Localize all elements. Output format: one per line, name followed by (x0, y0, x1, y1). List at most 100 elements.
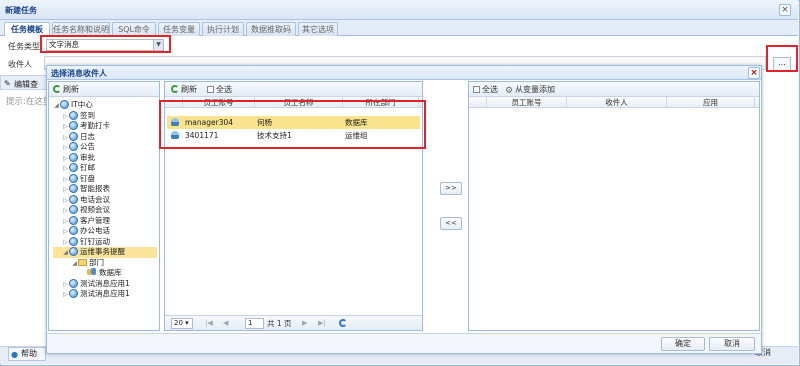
tree-node[interactable]: 数据库 (53, 268, 157, 279)
tree-node-label: 运维事务提醒 (80, 247, 125, 256)
collapse-icon[interactable]: ◢ (53, 101, 60, 112)
app-icon (69, 194, 78, 204)
highlight-task-type (40, 35, 171, 53)
app-icon (69, 173, 78, 183)
collapse-icon[interactable]: ◢ (62, 248, 69, 259)
select-all-icon (473, 86, 480, 93)
org-tree-panel: 刷新 ◢ IT中心 ▷ 签到 ▷ 考勤打卡 ▷ 日志 ▷ 公告 ▷ 审批 ▷ 钉邮 ▷ 钉盘 ▷ 智能报表 ▷ 电话会… (48, 81, 160, 331)
team-icon (87, 268, 97, 276)
employee-refresh-button[interactable]: 刷新 (171, 82, 197, 97)
tree-node[interactable]: ▷ 视频会议 (53, 205, 157, 216)
add-from-variable-label: 从变量添加 (515, 85, 555, 94)
add-from-variable-button[interactable]: ⚙ 从变量添加 (505, 82, 555, 97)
app-icon (69, 226, 78, 235)
hint-text: 提示:在这里 (6, 97, 52, 107)
tree-node[interactable]: ▷ 测试消息应用1 (53, 289, 157, 300)
tree-node[interactable]: ▷ 测试消息应用1 (53, 278, 157, 290)
pager-refresh-icon[interactable] (339, 319, 347, 327)
tree-node[interactable]: ◢ 运维事务提醒 (53, 247, 157, 258)
tree-node-label: 测试消息应用1 (80, 289, 130, 298)
tree-node[interactable]: ◢ IT中心 (53, 100, 157, 111)
tree-node[interactable]: ▷ 日志 (53, 131, 157, 143)
help-icon: ● (11, 350, 18, 359)
dialog-titlebar: 选择消息收件人 (47, 66, 761, 80)
close-icon[interactable]: × (779, 4, 791, 16)
dialog-cancel-button[interactable]: 取消 (709, 337, 755, 351)
dialog-footer (47, 333, 761, 353)
col-recipient[interactable]: 收件人 (567, 97, 667, 108)
pager: 20 ▾ |◀ ◀ 1 共 1 页 ▶ ▶| (165, 315, 422, 330)
app-icon (69, 152, 78, 162)
page-number-input[interactable]: 1 (245, 318, 264, 329)
org-icon (60, 100, 69, 109)
tree-node[interactable]: ▷ 审批 (53, 152, 157, 164)
tab-data-fetch-code[interactable]: 数据推取码 (246, 22, 296, 36)
tree-node[interactable]: ▷ 智能报表 (53, 184, 157, 195)
page-count: 共 1 页 (267, 319, 292, 328)
next-page-icon[interactable]: ▶ (302, 318, 307, 329)
recipient-grid-header: 员工账号 收件人 应用 (469, 97, 759, 108)
tree-node[interactable]: ▷ 签到 (53, 110, 157, 122)
recipient-label: 收件人 (8, 60, 32, 69)
refresh-icon (53, 85, 61, 93)
page-size-select[interactable]: 20 ▾ (171, 318, 193, 329)
tree-node[interactable]: ▷ 客户管理 (53, 215, 157, 227)
tree-node-label: 测试消息应用1 (80, 278, 130, 288)
highlight-more-button (766, 45, 798, 72)
tree-node-label: 数据库 (99, 268, 122, 277)
last-page-icon[interactable]: ▶| (318, 318, 326, 329)
app-icon (69, 131, 78, 141)
tree-node-label: 电话会议 (80, 194, 110, 204)
app-icon (69, 163, 78, 172)
tab-schedule[interactable]: 执行计划 (202, 22, 244, 36)
tree-node-label: 智能报表 (80, 184, 110, 193)
tab-sql-command[interactable]: SQL命令 (112, 22, 156, 36)
tree-node-label: 客户管理 (80, 215, 110, 225)
help-button[interactable]: ● 帮助 (8, 347, 46, 361)
tab-other-options[interactable]: 其它选项 (298, 22, 338, 36)
tree-node-label: 审批 (80, 152, 95, 162)
tree-node[interactable]: ◢ 部门 (53, 258, 157, 269)
tree-node[interactable]: ▷ 钉盘 (53, 173, 157, 185)
prev-page-icon[interactable]: ◀ (223, 318, 228, 329)
expand-icon[interactable]: ▷ (62, 227, 69, 238)
org-tree: ◢ IT中心 ▷ 签到 ▷ 考勤打卡 ▷ 日志 ▷ 公告 ▷ 审批 ▷ 钉邮 ▷ 钉盘 ▷ 智能报表 ▷ 电话会议 ▷ 视… (53, 100, 157, 300)
expand-icon[interactable]: ▷ (62, 164, 69, 175)
gear-icon: ⚙ (505, 86, 514, 96)
move-left-button[interactable]: << (440, 217, 462, 230)
tree-node[interactable]: ▷ 公告 (53, 142, 157, 153)
task-type-label: 任务类型 (8, 42, 40, 51)
collapse-icon[interactable]: ◢ (71, 259, 78, 270)
tree-node[interactable]: ▷ 办公电话 (53, 226, 157, 237)
expand-icon[interactable]: ▷ (62, 122, 69, 133)
tree-refresh-button[interactable]: 刷新 (53, 82, 79, 97)
employee-select-all-button[interactable]: 全选 (207, 82, 232, 97)
tree-node-label: 办公电话 (80, 226, 110, 235)
tab-task-name[interactable]: 任务名称和说明 (52, 22, 110, 36)
ok-button[interactable]: 确定 (661, 337, 705, 351)
app-icon (69, 205, 78, 214)
refresh-icon (171, 85, 179, 93)
app-icon (69, 121, 78, 130)
expand-icon[interactable]: ▷ (62, 290, 69, 301)
tree-node-label: 钉盘 (80, 173, 95, 183)
tree-node[interactable]: ▷ 考勤打卡 (53, 121, 157, 132)
first-page-icon[interactable]: |◀ (205, 318, 213, 329)
dialog-close-icon[interactable]: × (748, 67, 760, 79)
recipient-select-all-button[interactable]: 全选 (473, 82, 498, 97)
edit-button[interactable]: 编辑查 (14, 79, 38, 90)
expand-icon[interactable]: ▷ (62, 143, 69, 154)
move-right-button[interactable]: >> (440, 182, 462, 195)
tree-node-label: 签到 (80, 110, 95, 120)
expand-icon[interactable]: ▷ (62, 185, 69, 196)
tree-node-label: 视频会议 (80, 205, 110, 214)
tree-node[interactable]: ▷ 电话会议 (53, 194, 157, 206)
window-titlebar: 新建任务 (0, 0, 798, 20)
tab-task-variables[interactable]: 任务变量 (158, 22, 200, 36)
col-recipient-account[interactable]: 员工账号 (487, 97, 567, 108)
col-application[interactable]: 应用 (667, 97, 755, 108)
tree-node[interactable]: ▷ 钉邮 (53, 163, 157, 174)
tree-node[interactable]: ▷ 钉钉运动 (53, 236, 157, 248)
recipient-list-panel: 全选 ⚙ 从变量添加 员工账号 收件人 应用 (468, 81, 760, 331)
expand-icon[interactable]: ▷ (62, 206, 69, 217)
